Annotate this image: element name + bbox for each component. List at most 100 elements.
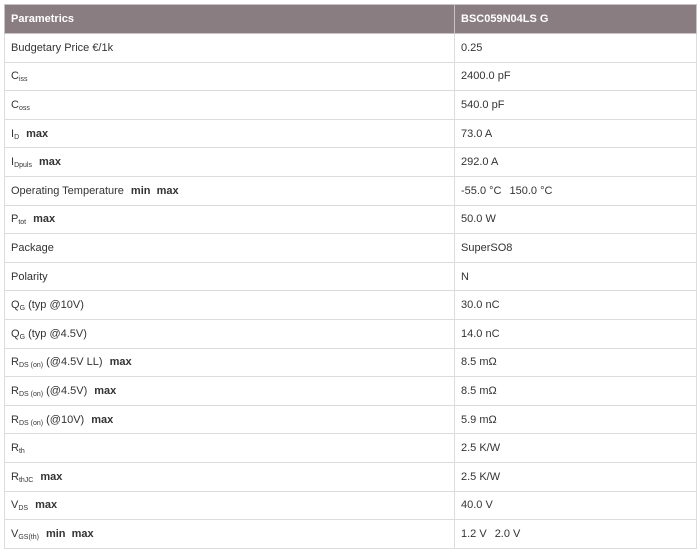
parameter-name: R xyxy=(11,470,19,483)
parameter-qualifier: max xyxy=(94,384,117,397)
parameter-name: Polarity xyxy=(11,270,48,283)
value-cell: 2.5 K/W xyxy=(454,433,697,463)
table-row: QG (typ @4.5V) 14.0 nC xyxy=(4,318,697,349)
parameter-subscript: G xyxy=(19,305,26,313)
table-row: RDS (on) (@4.5V) max 8.5 mΩ xyxy=(4,376,697,406)
parameter-cell: QG (typ @10V) xyxy=(4,290,455,320)
parameter-value: 30.0 nC xyxy=(461,299,500,312)
parameter-cell: Operating Temperature min max xyxy=(4,175,455,206)
parameter-value: 73.0 A xyxy=(461,127,493,140)
table-row: IDpuls max 292.0 A xyxy=(4,147,697,177)
value-cell: 8.5 mΩ xyxy=(454,347,697,378)
parameter-subscript: Dpuls xyxy=(14,162,32,170)
parameter-subscript: DS (on) xyxy=(18,362,44,370)
table-row: VGS(th) min max 1.2 V 2.0 V xyxy=(4,519,697,549)
parameter-name: Budgetary Price €/1k xyxy=(11,41,114,54)
parameter-name: Q xyxy=(11,327,20,340)
value-cell: 14.0 nC xyxy=(454,318,697,349)
parameter-value: 2400.0 pF xyxy=(461,70,511,83)
value-cell: 73.0 A xyxy=(454,118,697,149)
parameter-value: 1.2 V xyxy=(461,527,487,540)
parametrics-table-container: Parametrics BSC059N04LS G Budgetary Pric… xyxy=(4,4,697,549)
value-cell: 2400.0 pF xyxy=(454,61,697,92)
parameter-cell: QG (typ @4.5V) xyxy=(4,318,455,349)
value-cell: 30.0 nC xyxy=(454,290,697,320)
parameter-subscript: GS(th) xyxy=(18,533,39,541)
parameter-subscript: iss xyxy=(18,76,28,84)
value-cell: SuperSO8 xyxy=(454,233,697,263)
parameter-subscript: th xyxy=(18,448,25,456)
value-cell: 540.0 pF xyxy=(454,90,697,120)
value-cell: 292.0 A xyxy=(454,147,697,177)
parameter-condition: (typ @4.5V) xyxy=(28,327,87,340)
parameter-qualifier: max xyxy=(91,413,114,426)
parameter-name: C xyxy=(11,98,19,111)
parameter-cell: ID max xyxy=(4,118,455,149)
parameter-qualifier: max xyxy=(35,499,58,512)
parameter-cell: RDS (on) (@10V) max xyxy=(4,404,455,435)
header-parametrics: Parametrics xyxy=(4,4,455,34)
parameter-value: 50.0 W xyxy=(461,213,496,226)
parameter-value: N xyxy=(461,270,469,283)
parameter-condition: (@4.5V LL) xyxy=(46,356,103,369)
parameter-cell: Ptot max xyxy=(4,204,455,235)
parameter-subscript: tot xyxy=(18,219,27,227)
parameter-value: 8.5 mΩ xyxy=(461,384,497,397)
parameter-cell: Coss xyxy=(4,90,455,120)
parameter-cell: Ciss xyxy=(4,61,455,92)
parameter-condition: (@10V) xyxy=(46,413,85,426)
parameter-cell: VDS max xyxy=(4,490,455,521)
value-cell: 1.2 V 2.0 V xyxy=(454,519,697,549)
parameter-value: 5.9 mΩ xyxy=(461,413,497,426)
table-row: VDS max 40.0 V xyxy=(4,490,697,521)
parameter-qualifier: min max xyxy=(45,527,94,540)
table-row: QG (typ @10V) 30.0 nC xyxy=(4,290,697,320)
parameter-value: -55.0 °C xyxy=(461,184,502,197)
parameter-condition: (@4.5V) xyxy=(46,384,88,397)
table-row: Ptot max 50.0 W xyxy=(4,204,697,235)
parameter-qualifier: min max xyxy=(130,184,179,197)
parameter-value-max: 150.0 °C xyxy=(509,184,553,197)
value-cell: 40.0 V xyxy=(454,490,697,521)
parametrics-table: Parametrics BSC059N04LS G Budgetary Pric… xyxy=(4,4,697,549)
table-row: Coss 540.0 pF xyxy=(4,90,697,120)
parameter-subscript: G xyxy=(19,333,26,341)
value-cell: 0.25 xyxy=(454,33,697,63)
value-cell: 8.5 mΩ xyxy=(454,376,697,406)
parameter-cell: RDS (on) (@4.5V LL) max xyxy=(4,347,455,378)
parameter-subscript: thJC xyxy=(18,476,34,484)
parameter-name: Operating Temperature xyxy=(11,184,124,197)
parameter-name: R xyxy=(11,442,19,455)
value-cell: -55.0 °C 150.0 °C xyxy=(454,175,697,206)
table-row: RDS (on) (@4.5V LL) max 8.5 mΩ xyxy=(4,347,697,378)
parameter-cell: RDS (on) (@4.5V) max xyxy=(4,376,455,406)
parameter-name: R xyxy=(11,384,19,397)
parameter-cell: IDpuls max xyxy=(4,147,455,177)
value-cell: 50.0 W xyxy=(454,204,697,235)
value-cell: 2.5 K/W xyxy=(454,461,697,492)
table-row: Package SuperSO8 xyxy=(4,233,697,263)
header-part-number: BSC059N04LS G xyxy=(454,4,697,34)
value-cell: 5.9 mΩ xyxy=(454,404,697,435)
parameter-cell: VGS(th) min max xyxy=(4,519,455,549)
value-cell: N xyxy=(454,261,697,292)
parameter-subscript: DS (on) xyxy=(18,419,44,427)
parameter-subscript: oss xyxy=(18,104,30,112)
parameter-value: 0.25 xyxy=(461,41,483,54)
parameter-value: 40.0 V xyxy=(461,499,493,512)
table-row: ID max 73.0 A xyxy=(4,118,697,149)
parameter-qualifier: max xyxy=(109,356,132,369)
parameter-subscript: D xyxy=(14,133,20,141)
parameter-subscript: DS xyxy=(18,505,29,513)
parameter-cell: Rth xyxy=(4,433,455,463)
table-row: Budgetary Price €/1k 0.25 xyxy=(4,33,697,63)
table-row: Rth 2.5 K/W xyxy=(4,433,697,463)
parameter-value: 2.5 K/W xyxy=(461,442,501,455)
table-header-row: Parametrics BSC059N04LS G xyxy=(4,4,697,34)
parameter-value: 14.0 nC xyxy=(461,327,500,340)
parameter-name: R xyxy=(11,413,19,426)
table-row: RDS (on) (@10V) max 5.9 mΩ xyxy=(4,404,697,435)
parameter-cell: Polarity xyxy=(4,261,455,292)
parameter-cell: Budgetary Price €/1k xyxy=(4,33,455,63)
parameter-cell: RthJC max xyxy=(4,461,455,492)
